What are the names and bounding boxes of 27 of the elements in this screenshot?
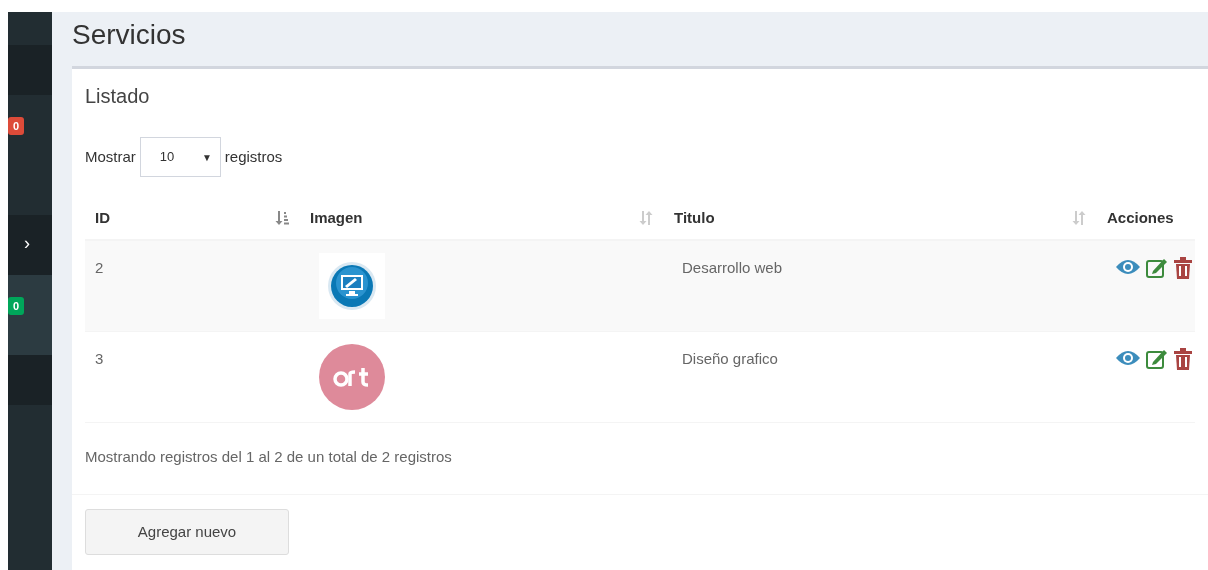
trash-icon[interactable] (1173, 257, 1193, 279)
view-icon[interactable] (1115, 257, 1141, 277)
column-header[interactable]: Titulo (674, 206, 715, 230)
sidebar-item[interactable]: › (8, 215, 52, 275)
length-label: Mostrar (85, 146, 136, 167)
column-header[interactable]: Imagen (310, 206, 363, 230)
edit-icon[interactable] (1145, 348, 1169, 370)
table-cell: 3 (95, 350, 104, 367)
table-cell: 2 (95, 259, 104, 276)
edit-icon[interactable] (1145, 257, 1169, 279)
column-header[interactable]: ID (95, 206, 110, 230)
add-new-button[interactable]: Agregar nuevo (85, 509, 289, 555)
table-info: Mostrando registros del 1 al 2 de un total de 2 registros (85, 447, 453, 467)
count-badge: 0 (8, 297, 25, 315)
length-select[interactable]: 10 ▼ (139, 137, 221, 177)
sidebar-item[interactable]: 0 (8, 95, 52, 215)
table-cell: Desarrollo web (682, 259, 783, 276)
count-badge: 0 (8, 117, 25, 135)
card-title: Listado (85, 84, 151, 109)
column-header[interactable]: Acciones (1107, 206, 1174, 230)
trash-icon[interactable] (1173, 348, 1193, 370)
view-icon[interactable] (1115, 348, 1141, 368)
chevron-icon: › (24, 233, 30, 253)
page-title: Servicios (72, 18, 187, 52)
sort-icon[interactable] (274, 210, 290, 226)
table-cell: Diseño grafico (682, 350, 778, 367)
length-label: registros (224, 146, 283, 167)
